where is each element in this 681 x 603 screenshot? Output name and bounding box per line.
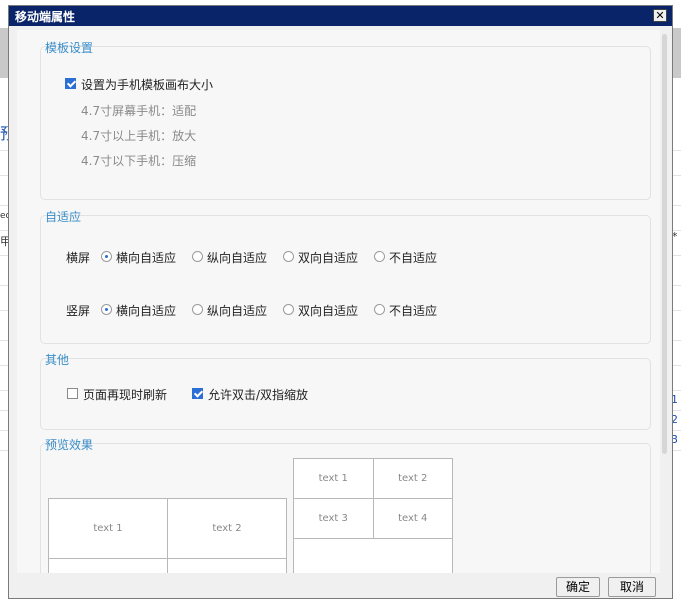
other-section-legend: 其他 <box>45 353 70 367</box>
landscape-vertical-radio[interactable] <box>192 251 203 262</box>
landscape-horizontal-label: 横向自适应 <box>116 251 177 265</box>
preview-portrait-grid: text 1 text 2 text 3 text 4 <box>293 458 453 573</box>
preview-portrait-cell: text 4 <box>372 498 453 539</box>
landscape-both-label: 双向自适应 <box>298 251 359 265</box>
dialog-titlebar[interactable]: 移动端属性 ✕ <box>9 6 672 26</box>
preview-landscape-cell: text 2 <box>167 498 287 559</box>
preview-portrait-cell: text 3 <box>293 498 374 539</box>
refresh-on-show-checkbox[interactable] <box>67 388 78 399</box>
hint-4-7-inch: 4.7寸屏幕手机：适配 <box>81 104 197 118</box>
scrollbar-thumb[interactable] <box>662 34 667 454</box>
template-section-legend: 模板设置 <box>45 41 94 55</box>
refresh-on-show-label: 页面再现时刷新 <box>83 388 168 402</box>
hint-above-4-7-inch: 4.7寸以上手机：放大 <box>81 129 197 143</box>
preview-portrait-cell: text 1 <box>293 458 374 499</box>
preview-portrait-cell: text 2 <box>372 458 453 499</box>
hint-below-4-7-inch: 4.7寸以下手机：压缩 <box>81 154 197 168</box>
preview-landscape-cell: text 1 <box>48 498 168 559</box>
mobile-properties-dialog: 移动端属性 ✕ 模板设置 设置为手机模板画布大小 4.7寸屏幕手机：适配 4.7… <box>8 5 673 599</box>
content-scrollbar[interactable] <box>661 30 668 573</box>
landscape-none-label: 不自适应 <box>389 251 438 265</box>
portrait-horizontal-label: 横向自适应 <box>116 304 177 318</box>
mobile-canvas-size-label: 设置为手机模板画布大小 <box>81 78 214 92</box>
portrait-horizontal-radio[interactable] <box>101 304 112 315</box>
close-icon: ✕ <box>655 9 665 22</box>
mobile-canvas-size-checkbox[interactable] <box>65 78 76 89</box>
landscape-horizontal-radio[interactable] <box>101 251 112 262</box>
template-section <box>40 46 651 200</box>
close-button[interactable]: ✕ <box>653 9 667 22</box>
portrait-both-label: 双向自适应 <box>298 304 359 318</box>
portrait-both-radio[interactable] <box>283 304 294 315</box>
portrait-none-radio[interactable] <box>374 304 385 315</box>
allow-zoom-checkbox[interactable] <box>192 388 203 399</box>
adaptive-section <box>40 215 651 344</box>
dialog-title: 移动端属性 <box>15 10 76 24</box>
dialog-footer: 确定 取消 <box>9 574 672 598</box>
cancel-button[interactable]: 取消 <box>608 577 656 597</box>
portrait-vertical-label: 纵向自适应 <box>207 304 268 318</box>
landscape-both-radio[interactable] <box>283 251 294 262</box>
adaptive-section-legend: 自适应 <box>45 210 82 224</box>
landscape-label: 横屏 <box>66 251 91 265</box>
preview-landscape-grid: text 1 text 2 <box>48 498 287 573</box>
portrait-vertical-radio[interactable] <box>192 304 203 315</box>
dialog-content[interactable]: 模板设置 设置为手机模板画布大小 4.7寸屏幕手机：适配 4.7寸以上手机：放大… <box>17 30 660 573</box>
allow-zoom-label: 允许双击/双指缩放 <box>208 388 309 402</box>
portrait-label: 竖屏 <box>66 304 91 318</box>
landscape-vertical-label: 纵向自适应 <box>207 251 268 265</box>
landscape-none-radio[interactable] <box>374 251 385 262</box>
preview-section-legend: 预览效果 <box>45 438 94 452</box>
portrait-none-label: 不自适应 <box>389 304 438 318</box>
ok-button[interactable]: 确定 <box>556 577 600 597</box>
